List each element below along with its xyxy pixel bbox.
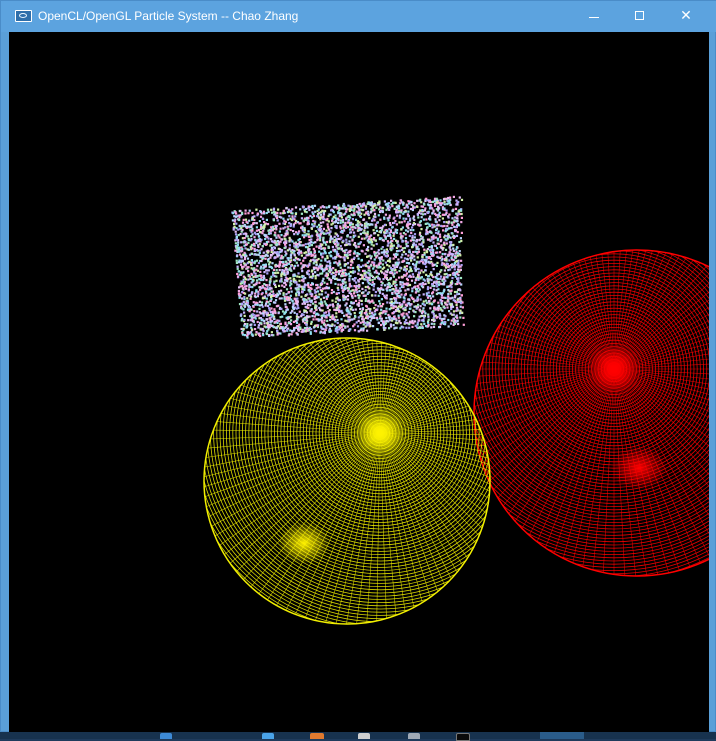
taskbar: [0, 732, 716, 741]
maximize-button[interactable]: [617, 1, 663, 31]
start-icon[interactable]: [160, 733, 172, 739]
app-icon-blue[interactable]: [262, 733, 274, 739]
window-title: OpenCL/OpenGL Particle System -- Chao Zh…: [38, 9, 299, 23]
minimize-button[interactable]: [571, 1, 617, 31]
app-icon-white[interactable]: [408, 733, 420, 739]
maximize-icon: [635, 11, 644, 20]
app-icon-gray[interactable]: [358, 733, 370, 739]
close-button[interactable]: ✕: [663, 1, 709, 31]
particle-block: [231, 195, 465, 339]
scene-canvas: [203, 195, 709, 625]
title-bar[interactable]: OpenCL/OpenGL Particle System -- Chao Zh…: [1, 1, 716, 32]
minimize-icon: [589, 17, 599, 18]
taskbar-active-app[interactable]: [540, 732, 584, 739]
red-sphere: [473, 249, 709, 577]
opengl-app-icon[interactable]: [15, 10, 32, 22]
app-window: OpenCL/OpenGL Particle System -- Chao Zh…: [0, 0, 716, 733]
app-icon-black[interactable]: [456, 733, 470, 741]
close-icon: ✕: [680, 8, 692, 24]
app-icon-orange[interactable]: [310, 733, 324, 739]
opengl-viewport[interactable]: [9, 32, 709, 733]
